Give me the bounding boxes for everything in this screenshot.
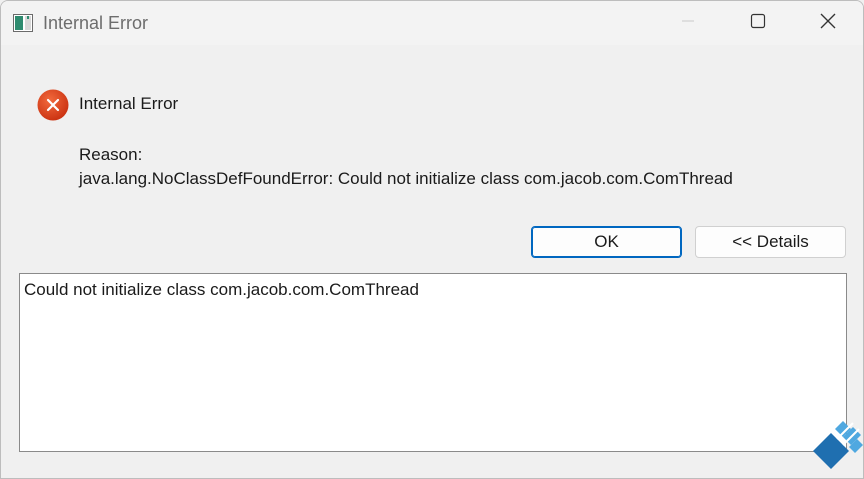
app-logo-icon — [809, 415, 863, 477]
details-text-area[interactable]: Could not initialize class com.jacob.com… — [19, 273, 847, 452]
maximize-icon — [750, 13, 766, 34]
window-title: Internal Error — [43, 13, 149, 33]
reason-label: Reason: — [79, 145, 143, 164]
minimize-icon — [681, 14, 695, 33]
error-dialog-window: Internal Error Internal Error Reason: ja… — [0, 0, 864, 479]
reason-message: java.lang.NoClassDefFoundError: Could no… — [79, 169, 733, 188]
title-bar[interactable]: Internal Error — [1, 1, 863, 45]
error-icon — [37, 89, 69, 121]
details-toggle-button[interactable]: << Details — [695, 226, 846, 258]
app-window-icon — [13, 14, 33, 32]
dialog-heading: Internal Error — [79, 94, 179, 113]
ok-button[interactable]: OK — [531, 226, 682, 258]
close-icon — [819, 12, 837, 35]
minimize-button[interactable] — [653, 1, 723, 45]
maximize-button[interactable] — [723, 1, 793, 45]
details-text: Could not initialize class com.jacob.com… — [24, 280, 419, 299]
close-button[interactable] — [793, 1, 863, 45]
